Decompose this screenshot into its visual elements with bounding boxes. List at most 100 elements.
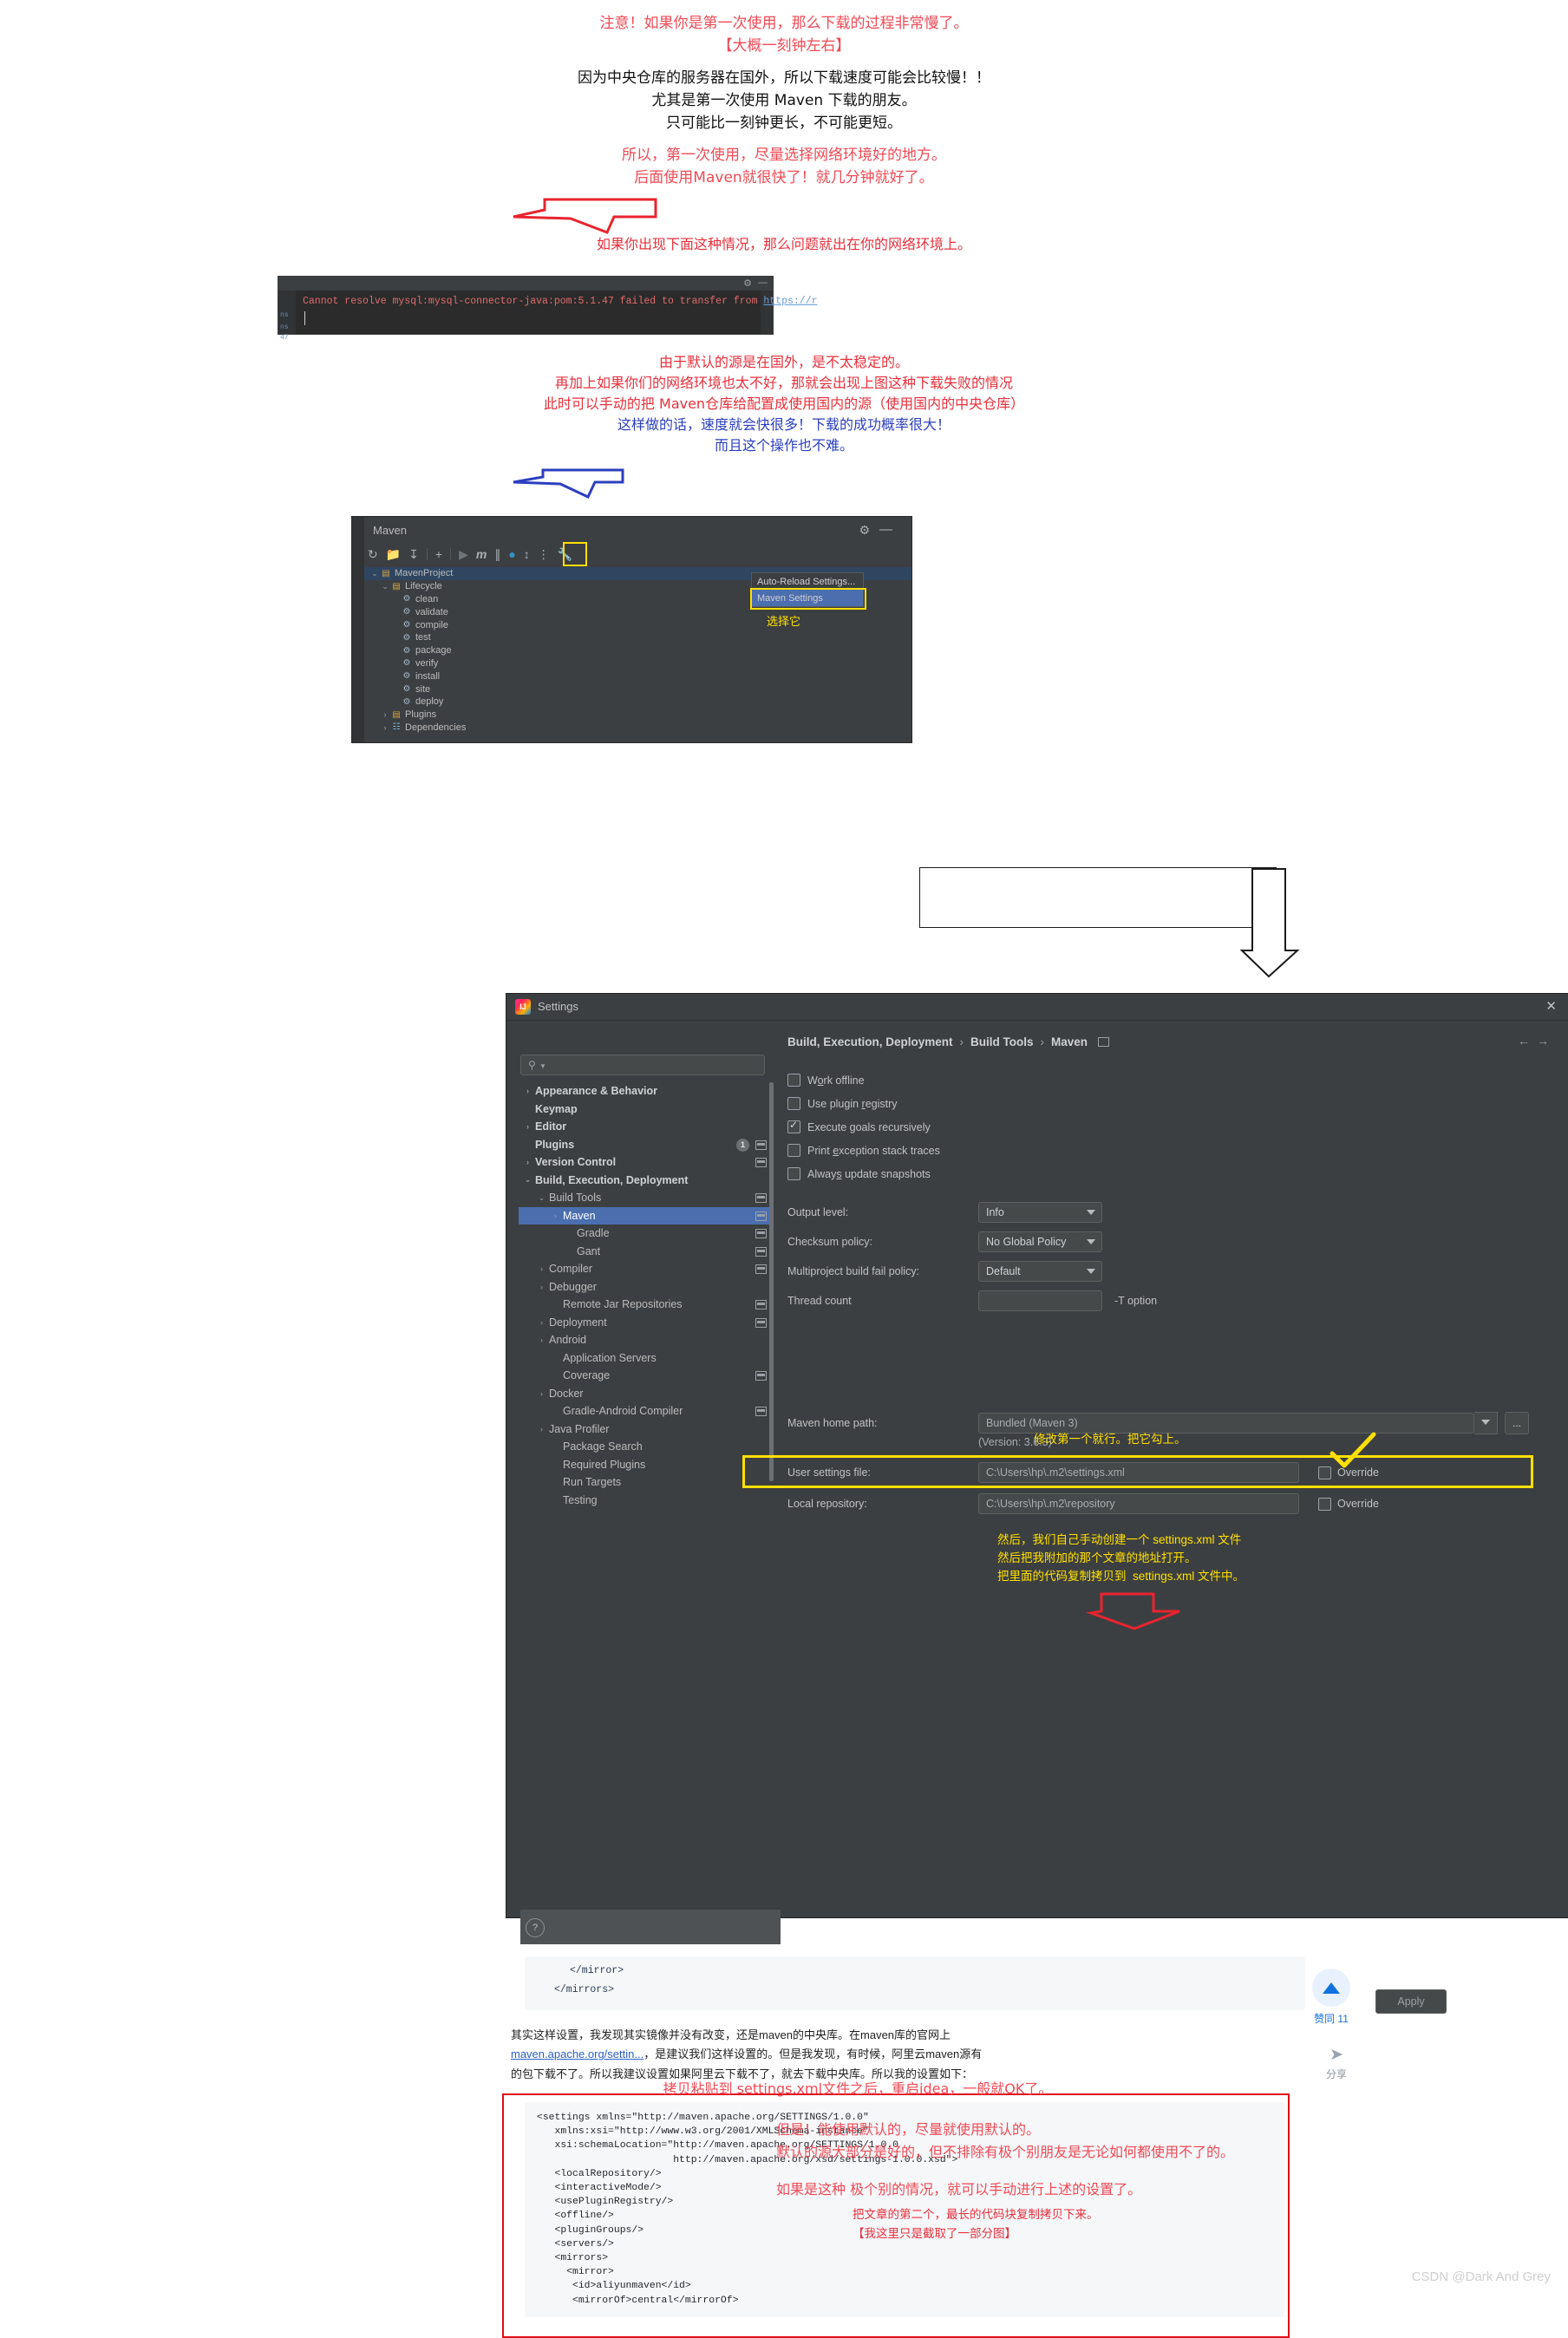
sidebar-item-gradle-android-compiler[interactable]: Gradle-Android Compiler <box>519 1402 772 1420</box>
expand-icon[interactable]: ↕ <box>524 548 530 560</box>
browse-button[interactable]: ... <box>1505 1412 1529 1434</box>
minimize-icon[interactable]: — <box>758 278 768 288</box>
close-icon[interactable]: ✕ <box>1545 998 1557 1014</box>
chevron-right-icon[interactable]: › <box>536 1283 547 1291</box>
maven-settings-doc-link[interactable]: maven.apache.org/settin... <box>511 2047 644 2060</box>
sidebar-item-editor[interactable]: › Editor <box>519 1118 772 1136</box>
maven-tool-window[interactable]: Maven ⚙ — ↻ 📁 ↧ + ▶ m ∥ ● ↕ ⋮ 🔧 ⌄ ▤ MavenP… <box>351 516 912 743</box>
sidebar-item-required-plugins[interactable]: Required Plugins <box>519 1456 772 1474</box>
field-thread-count[interactable]: Thread count -T option <box>787 1290 1157 1311</box>
add-folder-icon[interactable]: 📁 <box>386 548 401 560</box>
breadcrumb-item-1[interactable]: Build Tools <box>970 1035 1034 1048</box>
gear-icon[interactable]: ⚙ <box>859 523 870 538</box>
maven-tree-row[interactable]: ⚙ test <box>364 631 911 644</box>
back-arrow-icon[interactable]: ← <box>1518 1034 1530 1048</box>
sidebar-item-gant[interactable]: Gant <box>519 1243 772 1261</box>
project-scope-icon[interactable] <box>755 1264 767 1274</box>
sidebar-item-maven[interactable]: › Maven <box>519 1206 772 1225</box>
checkbox-work-offline[interactable]: Work offline <box>787 1074 865 1087</box>
sidebar-item-compiler[interactable]: › Compiler <box>519 1260 772 1278</box>
checkbox-print-exception-stack-traces[interactable]: Print exception stack traces <box>787 1144 940 1157</box>
local-repository-override-toggle[interactable]: Override <box>1318 1497 1379 1511</box>
chevron-right-icon[interactable]: › <box>536 1336 547 1344</box>
project-scope-icon[interactable] <box>755 1158 767 1167</box>
maven-toolbar[interactable]: ↻ 📁 ↧ + ▶ m ∥ ● ↕ ⋮ 🔧 <box>368 544 572 565</box>
chevron-down-icon[interactable] <box>1087 1210 1095 1215</box>
chevron-right-icon[interactable]: › <box>380 710 390 719</box>
maven-tree-row[interactable]: ⚙ deploy <box>364 696 911 709</box>
sidebar-item-build-execution-deployment[interactable]: ⌄ Build, Execution, Deployment <box>519 1172 772 1190</box>
checkbox-icon[interactable] <box>787 1167 800 1180</box>
settings-category-tree[interactable]: › Appearance & Behavior Keymap › Editor Plugi… <box>519 1082 772 1509</box>
reset-square-icon[interactable] <box>1098 1037 1110 1047</box>
search-input[interactable]: ⚲ ▼ <box>520 1055 765 1075</box>
maven-tree-row[interactable]: › ▤ Plugins <box>364 709 911 722</box>
maven-tree-row[interactable]: › ☷ Dependencies <box>364 722 911 735</box>
upvote-circle[interactable] <box>1312 1969 1350 2007</box>
reload-icon[interactable]: ↻ <box>368 548 378 560</box>
breadcrumb-item-0[interactable]: Build, Execution, Deployment <box>787 1035 953 1048</box>
upvote-button[interactable]: 赞同 11 <box>1312 1969 1350 2026</box>
sidebar-item-build-tools[interactable]: ⌄ Build Tools <box>519 1189 772 1207</box>
collapse-icon[interactable]: ⋮ <box>538 548 550 560</box>
sidebar-item-coverage[interactable]: Coverage <box>519 1367 772 1385</box>
chevron-right-icon[interactable]: › <box>522 1122 533 1131</box>
checkbox-icon[interactable] <box>787 1097 800 1110</box>
chevron-right-icon[interactable]: › <box>522 1087 533 1095</box>
sidebar-scrollbar[interactable] <box>769 1082 774 1481</box>
maven-tree-row[interactable]: ⚙ verify <box>364 657 911 670</box>
error-repo-link[interactable]: https://r <box>763 296 817 307</box>
breadcrumb-item-2[interactable]: Maven <box>1051 1035 1088 1048</box>
combo-box[interactable]: Info <box>978 1202 1102 1223</box>
combo-box[interactable]: No Global Policy <box>978 1231 1102 1252</box>
help-icon[interactable]: ? <box>526 1918 545 1937</box>
chevron-right-icon[interactable]: › <box>536 1425 547 1433</box>
forward-arrow-icon[interactable]: → <box>1537 1034 1549 1048</box>
chevron-down-icon[interactable] <box>1481 1420 1490 1425</box>
sidebar-item-testing[interactable]: Testing <box>519 1492 772 1510</box>
maven-tree-row[interactable]: ⚙ install <box>364 669 911 682</box>
field-multiproject-build-fail-policy[interactable]: Multiproject build fail policy: Default <box>787 1261 1102 1282</box>
checkbox-icon[interactable] <box>787 1119 800 1133</box>
checkbox-icon[interactable] <box>787 1074 800 1087</box>
maven-tree-row[interactable]: ⚙ package <box>364 644 911 657</box>
chevron-down-icon[interactable]: ⌄ <box>522 1175 533 1185</box>
execute-icon[interactable]: ● <box>508 548 515 560</box>
checkbox-use-plugin-registry[interactable]: Use plugin registry <box>787 1097 898 1110</box>
project-scope-icon[interactable] <box>755 1300 767 1309</box>
download-sources-icon[interactable]: ↧ <box>408 548 419 560</box>
sidebar-item-run-targets[interactable]: Run Targets <box>519 1473 772 1492</box>
chevron-down-icon[interactable]: ⌄ <box>536 1193 547 1203</box>
run-icon[interactable]: ▶ <box>459 548 468 560</box>
sidebar-item-java-profiler[interactable]: › Java Profiler <box>519 1420 772 1439</box>
project-scope-icon[interactable] <box>755 1371 767 1381</box>
project-scope-icon[interactable] <box>755 1407 767 1416</box>
share-button[interactable]: ➤ 分享 <box>1317 2045 1356 2081</box>
gear-icon[interactable]: ⚙ <box>743 278 752 289</box>
chevron-right-icon[interactable]: › <box>536 1264 547 1273</box>
chevron-down-icon[interactable] <box>1087 1239 1095 1244</box>
settings-sidebar[interactable]: ⚲ ▼ › Appearance & Behavior Keymap › Editor P… <box>513 1022 781 1944</box>
chevron-right-icon[interactable]: › <box>536 1318 547 1327</box>
chevron-right-icon[interactable]: › <box>550 1211 561 1220</box>
sidebar-item-application-servers[interactable]: Application Servers <box>519 1349 772 1368</box>
project-scope-icon[interactable] <box>755 1211 767 1221</box>
chevron-right-icon[interactable]: › <box>380 723 390 732</box>
sidebar-item-appearance-behavior[interactable]: › Appearance & Behavior <box>519 1082 772 1100</box>
sidebar-item-package-search[interactable]: Package Search <box>519 1438 772 1456</box>
checkbox-icon[interactable] <box>1318 1497 1331 1511</box>
checkbox-icon[interactable] <box>787 1144 800 1157</box>
text-input[interactable] <box>978 1290 1102 1311</box>
sidebar-item-plugins[interactable]: Plugins 1 <box>519 1136 772 1154</box>
chevron-down-icon[interactable]: ⌄ <box>380 582 390 591</box>
skip-tests-icon[interactable]: ∥ <box>494 548 500 560</box>
project-scope-icon[interactable] <box>755 1140 767 1150</box>
chevron-down-icon[interactable] <box>1087 1269 1095 1274</box>
project-scope-icon[interactable] <box>755 1246 767 1257</box>
chevron-down-icon[interactable]: ⌄ <box>369 569 380 578</box>
combo-box[interactable]: Default <box>978 1261 1102 1282</box>
maven-tree-row[interactable]: ⚙ compile <box>364 618 911 631</box>
sidebar-item-version-control[interactable]: › Version Control <box>519 1153 772 1172</box>
project-scope-icon[interactable] <box>755 1317 767 1328</box>
chevron-right-icon[interactable]: › <box>522 1158 533 1166</box>
